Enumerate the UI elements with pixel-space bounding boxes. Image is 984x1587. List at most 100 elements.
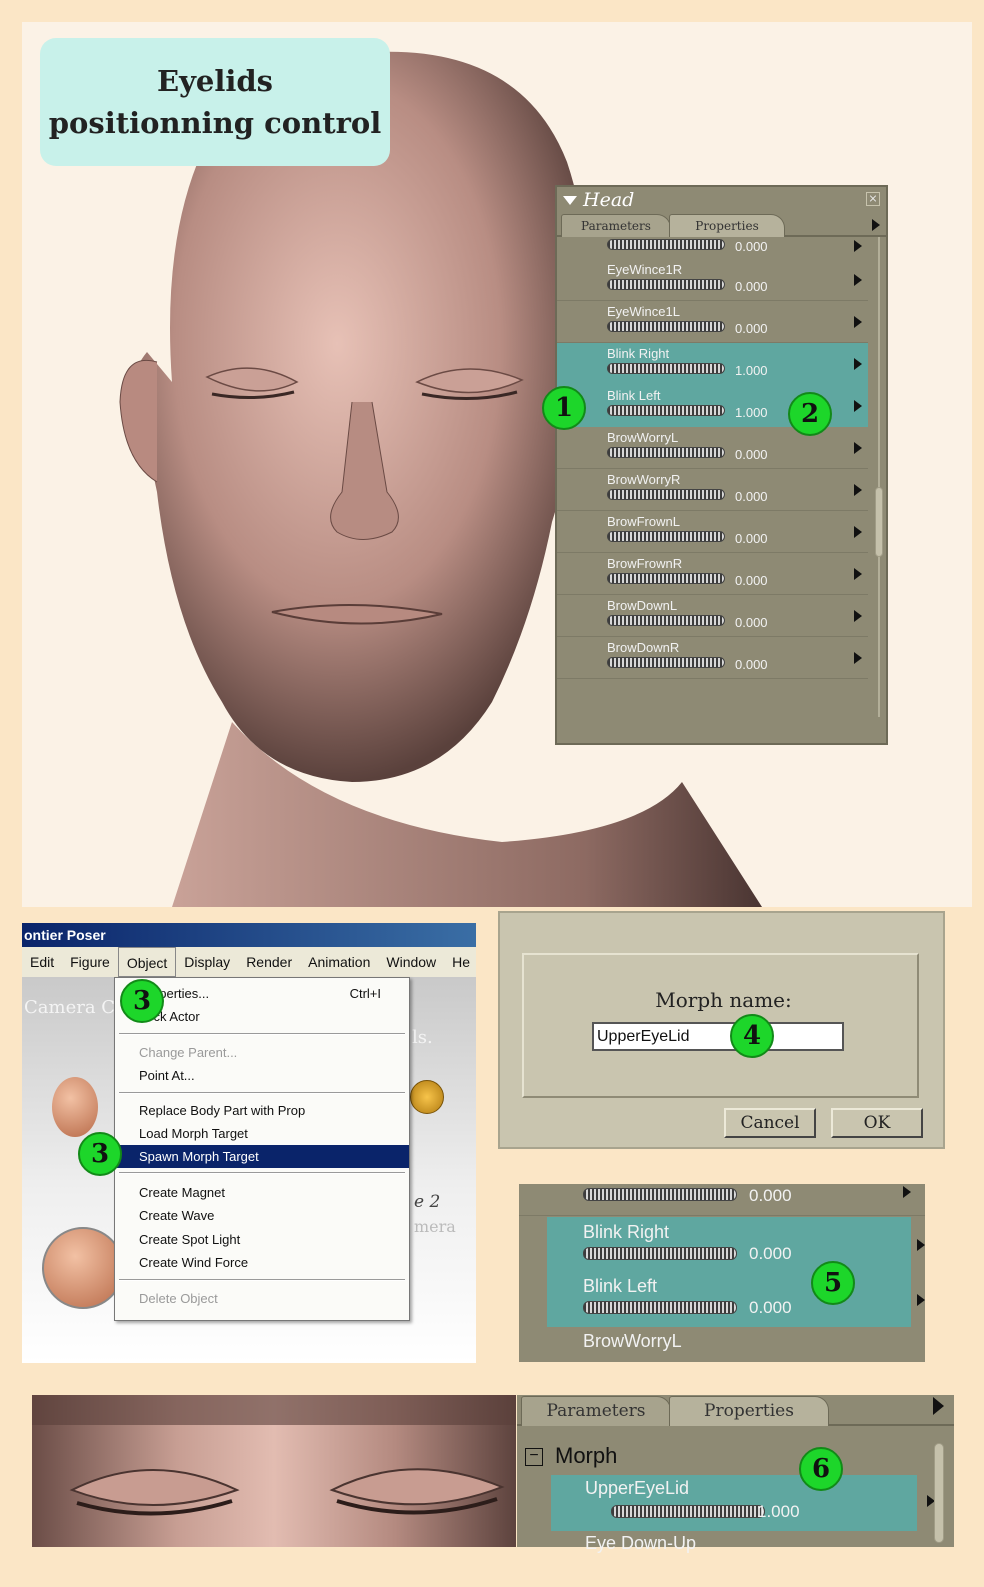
param-value: 1.000 [757,1502,800,1521]
morph-name-input[interactable]: UpperEyeLid [592,1022,844,1051]
tab-properties[interactable]: Properties [669,214,785,237]
tab-parameters[interactable]: Parameters [561,214,671,237]
close-icon[interactable]: × [866,192,880,206]
param-arrow-icon[interactable] [854,526,862,538]
param-value: 0.000 [749,1244,792,1263]
param-label: Blink Right [607,346,670,361]
cancel-button[interactable]: Cancel [724,1108,816,1138]
param-label: BrowFrownR [607,556,683,571]
param-value: 0.000 [735,531,768,546]
param-label: BrowDownL [607,598,678,613]
param-arrow-icon[interactable] [854,652,862,664]
param-label: EyeWince1R [607,262,683,277]
param-dial[interactable] [607,573,725,584]
param-arrow-icon[interactable] [854,358,862,370]
param-dial[interactable] [607,239,725,250]
param-arrow-icon[interactable] [854,484,862,496]
scrollbar[interactable] [874,237,884,717]
param-arrow-icon[interactable] [917,1239,925,1251]
param-dial[interactable] [607,279,725,290]
param-arrow-icon[interactable] [903,1186,911,1198]
param-dial[interactable] [607,531,725,542]
param-dial[interactable] [607,447,725,458]
highlighted-params: Blink Right 0.000 Blink Left 0.000 [547,1217,925,1327]
menu-item-replace-body-part[interactable]: Replace Body Part with Prop [115,1099,409,1122]
step-badge-4: 4 [730,1014,774,1058]
menu-render[interactable]: Render [238,947,300,977]
param-arrow-icon[interactable] [854,568,862,580]
camera-label: mera [414,1217,456,1236]
menu-help[interactable]: He [444,947,476,977]
step-badge-6: 6 [799,1447,843,1491]
collapse-toggle-icon[interactable]: − [525,1448,543,1467]
menu-item-create-wind-force[interactable]: Create Wind Force [115,1251,409,1274]
param-dial[interactable] [607,657,725,668]
tab-properties[interactable]: Properties [669,1396,829,1426]
menu-item-create-magnet[interactable]: Create Magnet [115,1181,409,1204]
ok-button[interactable]: OK [831,1108,923,1138]
param-dial[interactable] [607,615,725,626]
menu-item-spawn-morph-target[interactable]: Spawn Morph Target [115,1145,409,1168]
eyes-closeup-render [32,1395,516,1547]
param-label-browworryl: BrowWorryL [583,1331,682,1351]
param-row: EyeWince1R 0.000 [557,259,868,301]
morph-group-header[interactable]: − Morph [525,1443,617,1469]
title-line1: Eyelids [156,63,274,98]
param-value: 0.000 [749,1186,792,1205]
move-tool-icon[interactable] [410,1080,444,1114]
param-row-cut: 0.000 [557,237,868,259]
menu-item-point-at[interactable]: Point At... [115,1064,409,1087]
tools-label: ls. [412,1027,433,1048]
panel-title-bar[interactable]: Head × [557,187,886,213]
panel-tabs: Parameters Properties [557,213,886,237]
menu-animation[interactable]: Animation [300,947,378,977]
morph-name-label: Morph name: [655,988,792,1012]
menu-window[interactable]: Window [378,947,444,977]
collapse-triangle-icon[interactable] [563,196,577,205]
panel-menu-arrow-icon[interactable] [872,219,880,231]
menu-display[interactable]: Display [176,947,238,977]
param-label: UpperEyeLid [585,1478,690,1498]
param-row-blink-left: Blink Left 0.000 [547,1272,925,1327]
param-dial[interactable] [583,1301,737,1314]
param-label: Blink Left [583,1276,658,1296]
scroll-thumb[interactable] [934,1443,944,1543]
menu-edit[interactable]: Edit [22,947,62,977]
param-row: BrowWorryR 0.000 [557,469,868,511]
param-arrow-icon[interactable] [854,240,862,252]
panel-menu-arrow-icon[interactable] [933,1397,944,1415]
viewport-scene: Eyelids positionning control Head × Para… [22,22,972,907]
menu-item-create-spot-light[interactable]: Create Spot Light [115,1228,409,1251]
scroll-thumb[interactable] [875,487,883,557]
param-row: BrowFrownL 0.000 [557,511,868,553]
menu-separator [119,1092,405,1094]
hand-camera-icon[interactable] [52,1077,98,1137]
tab-parameters[interactable]: Parameters [521,1396,671,1426]
param-arrow-icon[interactable] [854,400,862,412]
param-arrow-icon[interactable] [854,274,862,286]
menu-item-create-wave[interactable]: Create Wave [115,1204,409,1227]
menu-separator [119,1172,405,1174]
menu-object[interactable]: Object [117,947,177,977]
param-value: 0.000 [735,489,768,504]
param-arrow-icon[interactable] [854,442,862,454]
param-arrow-icon[interactable] [854,610,862,622]
menu-item-load-morph-target[interactable]: Load Morph Target [115,1122,409,1145]
param-value: 0.000 [735,657,768,672]
param-dial[interactable] [607,321,725,332]
param-value: 0.000 [735,615,768,630]
param-dial[interactable] [607,405,725,416]
menu-figure[interactable]: Figure [62,947,118,977]
param-dial[interactable] [607,363,725,374]
param-dial[interactable] [607,489,725,500]
head-parameters-panel: Head × Parameters Properties 0.000 EyeWi… [555,185,888,745]
param-arrow-icon[interactable] [854,316,862,328]
param-dial[interactable] [583,1247,737,1260]
param-value: 0.000 [749,1298,792,1317]
menu-separator [119,1279,405,1281]
trackball-icon[interactable] [42,1227,124,1309]
param-dial[interactable] [611,1505,765,1518]
param-value: 1.000 [735,405,768,420]
param-arrow-icon[interactable] [917,1294,925,1306]
param-dial[interactable] [583,1188,737,1201]
